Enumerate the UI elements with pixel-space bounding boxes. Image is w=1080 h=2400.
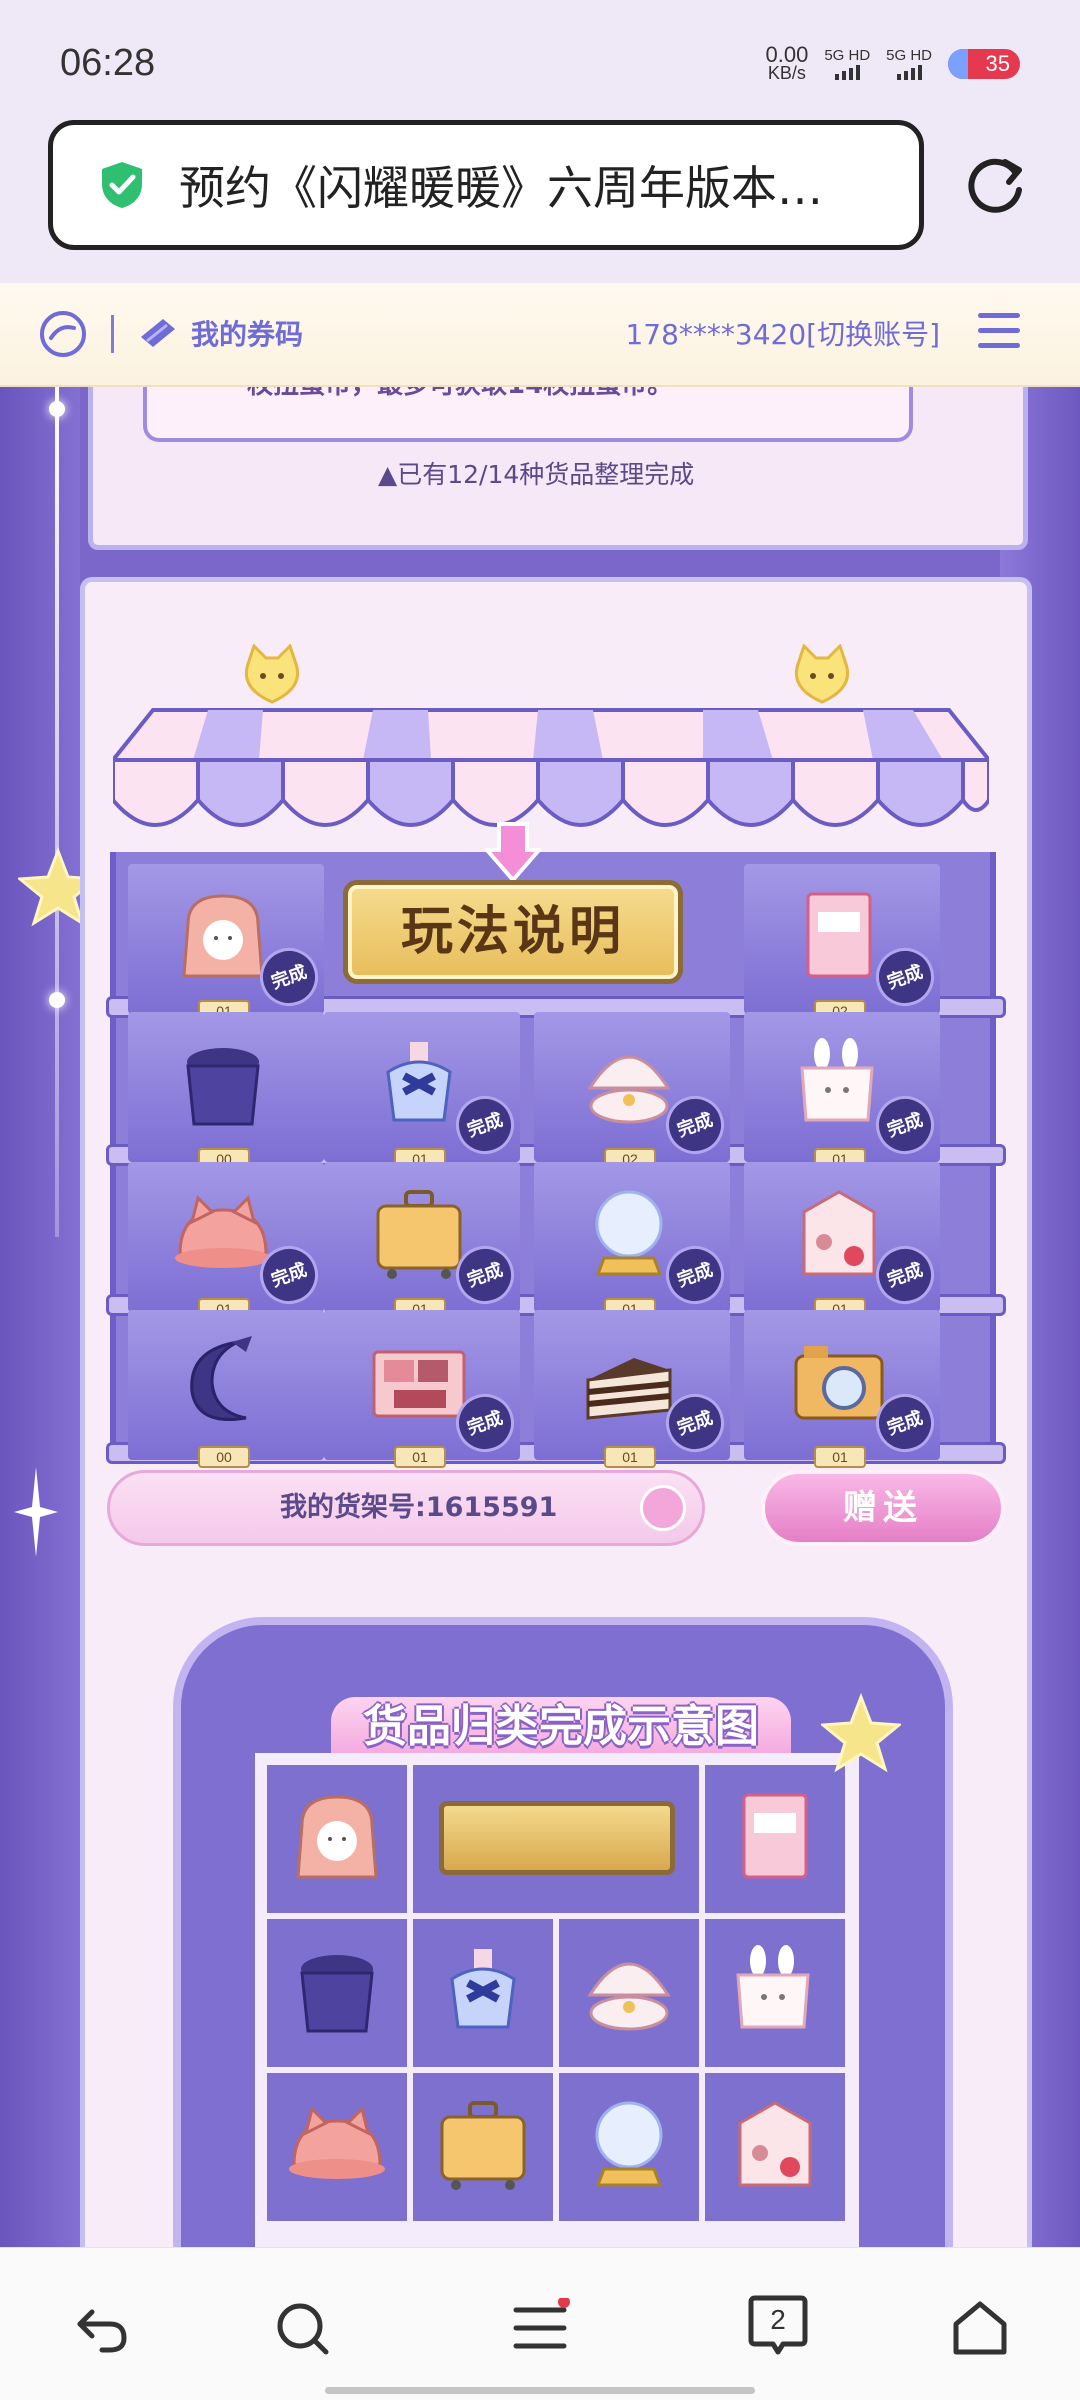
shelf-slot[interactable]: 完成 [744,1012,943,1163]
cat-mascot-icon [245,644,299,704]
demo-slot [705,1919,845,2067]
arrow-down-icon [485,822,541,884]
shelf-slot[interactable]: 完成 [324,1162,523,1313]
reload-icon[interactable] [965,156,1027,218]
bunny-cup-icon [720,1934,830,2044]
shelf-slot[interactable] [128,1310,324,1460]
shelf-number: 我的货架号:1615591 [107,1470,705,1546]
demo-slot [413,1919,553,2067]
account-switch-link[interactable]: 178****3420[切换账号] [625,313,940,353]
item-count: 01 [604,1446,656,1468]
demo-slot [705,2073,845,2221]
perfume-icon [428,1934,538,2044]
crystal-ball-icon [574,2088,684,2198]
moon-pillow-icon [168,1330,278,1430]
how-to-play-button[interactable]: 玩法说明 [343,880,683,984]
divider [111,315,114,353]
shelf-slot[interactable]: 完成 [534,1162,733,1313]
tab-count: 2 [770,2304,786,2335]
progress-text: ▲已有12/14种货品整理完成 [378,460,695,489]
tabs-button[interactable]: 2 [745,2294,811,2358]
shop-awning [113,708,989,827]
site-logo-icon[interactable] [38,309,88,359]
demo-title: 货品归类完成示意图 [331,1697,791,1757]
cat-mascot-icon [795,644,849,704]
address-bar[interactable]: 预约《闪耀暖暖》六周年版本… [48,120,924,250]
clock: 06:28 [60,42,156,84]
left-decoration [0,387,80,2247]
shelf-slot[interactable]: 完成 [534,1012,733,1163]
backpack-icon [282,1780,392,1890]
shelf-panel: 完成 01 完成 02 00 完成 01 完成 02 完成 01 完成 01 完成 01 完成 01 完成 01 00… [80,577,1032,2247]
basket-icon [168,1032,278,1132]
status-icons: 0.00 KB/s 5G HD 5G HD 35 [765,42,1020,83]
rules-box: 枚扭蛋币，最多可获取14枚扭蛋币。 [143,387,913,442]
info-panel: 枚扭蛋币，最多可获取14枚扭蛋币。 ▲已有12/14种货品整理完成 [88,387,1028,550]
demo-slot [559,1919,699,2067]
rules-text: 枚扭蛋币，最多可获取14枚扭蛋币。 [247,387,673,401]
signal-2-icon: 5G HD [886,48,932,80]
ticket-icon [141,319,175,347]
demo-guide-slot [413,1765,699,1913]
menu-lines-icon[interactable] [510,2298,570,2358]
shelf-slot[interactable]: 完成 [744,1162,943,1313]
secure-shield-icon [102,162,142,208]
item-count: 00 [198,1446,250,1468]
shelf-slot[interactable]: 完成 [324,1012,523,1163]
star-icon [821,1693,901,1773]
shelf-slot[interactable]: 完成 [128,1162,327,1313]
shelf-slot[interactable]: 完成 [744,864,943,1015]
item-count: 01 [814,1446,866,1468]
battery-icon: 35 [948,49,1020,79]
shelf-slot[interactable] [128,1012,324,1162]
light-dot [49,401,65,417]
photo-album-icon [720,1780,830,1890]
demo-guide-board [439,1801,675,1875]
signal-1-icon: 5G HD [824,48,870,80]
shelf-slot[interactable]: 完成 [744,1310,943,1461]
site-header: 我的券码 178****3420[切换账号] [0,283,1080,387]
demo-slot [559,2073,699,2221]
back-icon[interactable] [72,2298,132,2358]
sparkle-icon [14,1467,58,1557]
demo-slot [705,1765,845,1913]
milk-carton-icon [720,2088,830,2198]
copy-icon[interactable] [640,1485,686,1531]
basket-icon [282,1934,392,2044]
light-line [55,387,59,1237]
home-icon[interactable] [950,2298,1010,2358]
demo-slot [267,1919,407,2067]
event-page: 枚扭蛋币，最多可获取14枚扭蛋币。 ▲已有12/14种货品整理完成 [0,387,1080,2247]
demo-grid [255,1753,859,2247]
suitcase-icon [428,2088,538,2198]
shell-icon [574,1934,684,2044]
shelf-slot[interactable]: 完成 [534,1310,733,1461]
search-icon[interactable] [272,2298,332,2358]
status-bar: 06:28 0.00 KB/s 5G HD 5G HD 35 [0,0,1080,120]
page-title[interactable]: 预约《闪耀暖暖》六周年版本… [179,152,869,218]
menu-icon[interactable] [978,313,1020,353]
demo-slot [413,2073,553,2221]
network-speed: 0.00 KB/s [765,42,809,83]
light-dot [49,992,65,1008]
shelf-slot[interactable]: 完成 [128,864,327,1015]
browser-bottom-bar: 2 [0,2247,1080,2400]
item-count: 01 [394,1446,446,1468]
demo-slot [267,1765,407,1913]
shelf-slot[interactable]: 完成 [324,1310,523,1461]
gesture-bar [325,2387,755,2394]
my-coupon-link[interactable]: 我的券码 [191,313,303,353]
gift-button[interactable]: 赠送 [761,1470,1005,1546]
demo-slot [267,2073,407,2221]
shelf-number-text: 我的货架号:1615591 [280,1492,558,1523]
cat-hat-icon [282,2088,392,2198]
demo-section: 货品归类完成示意图 [173,1617,953,2247]
